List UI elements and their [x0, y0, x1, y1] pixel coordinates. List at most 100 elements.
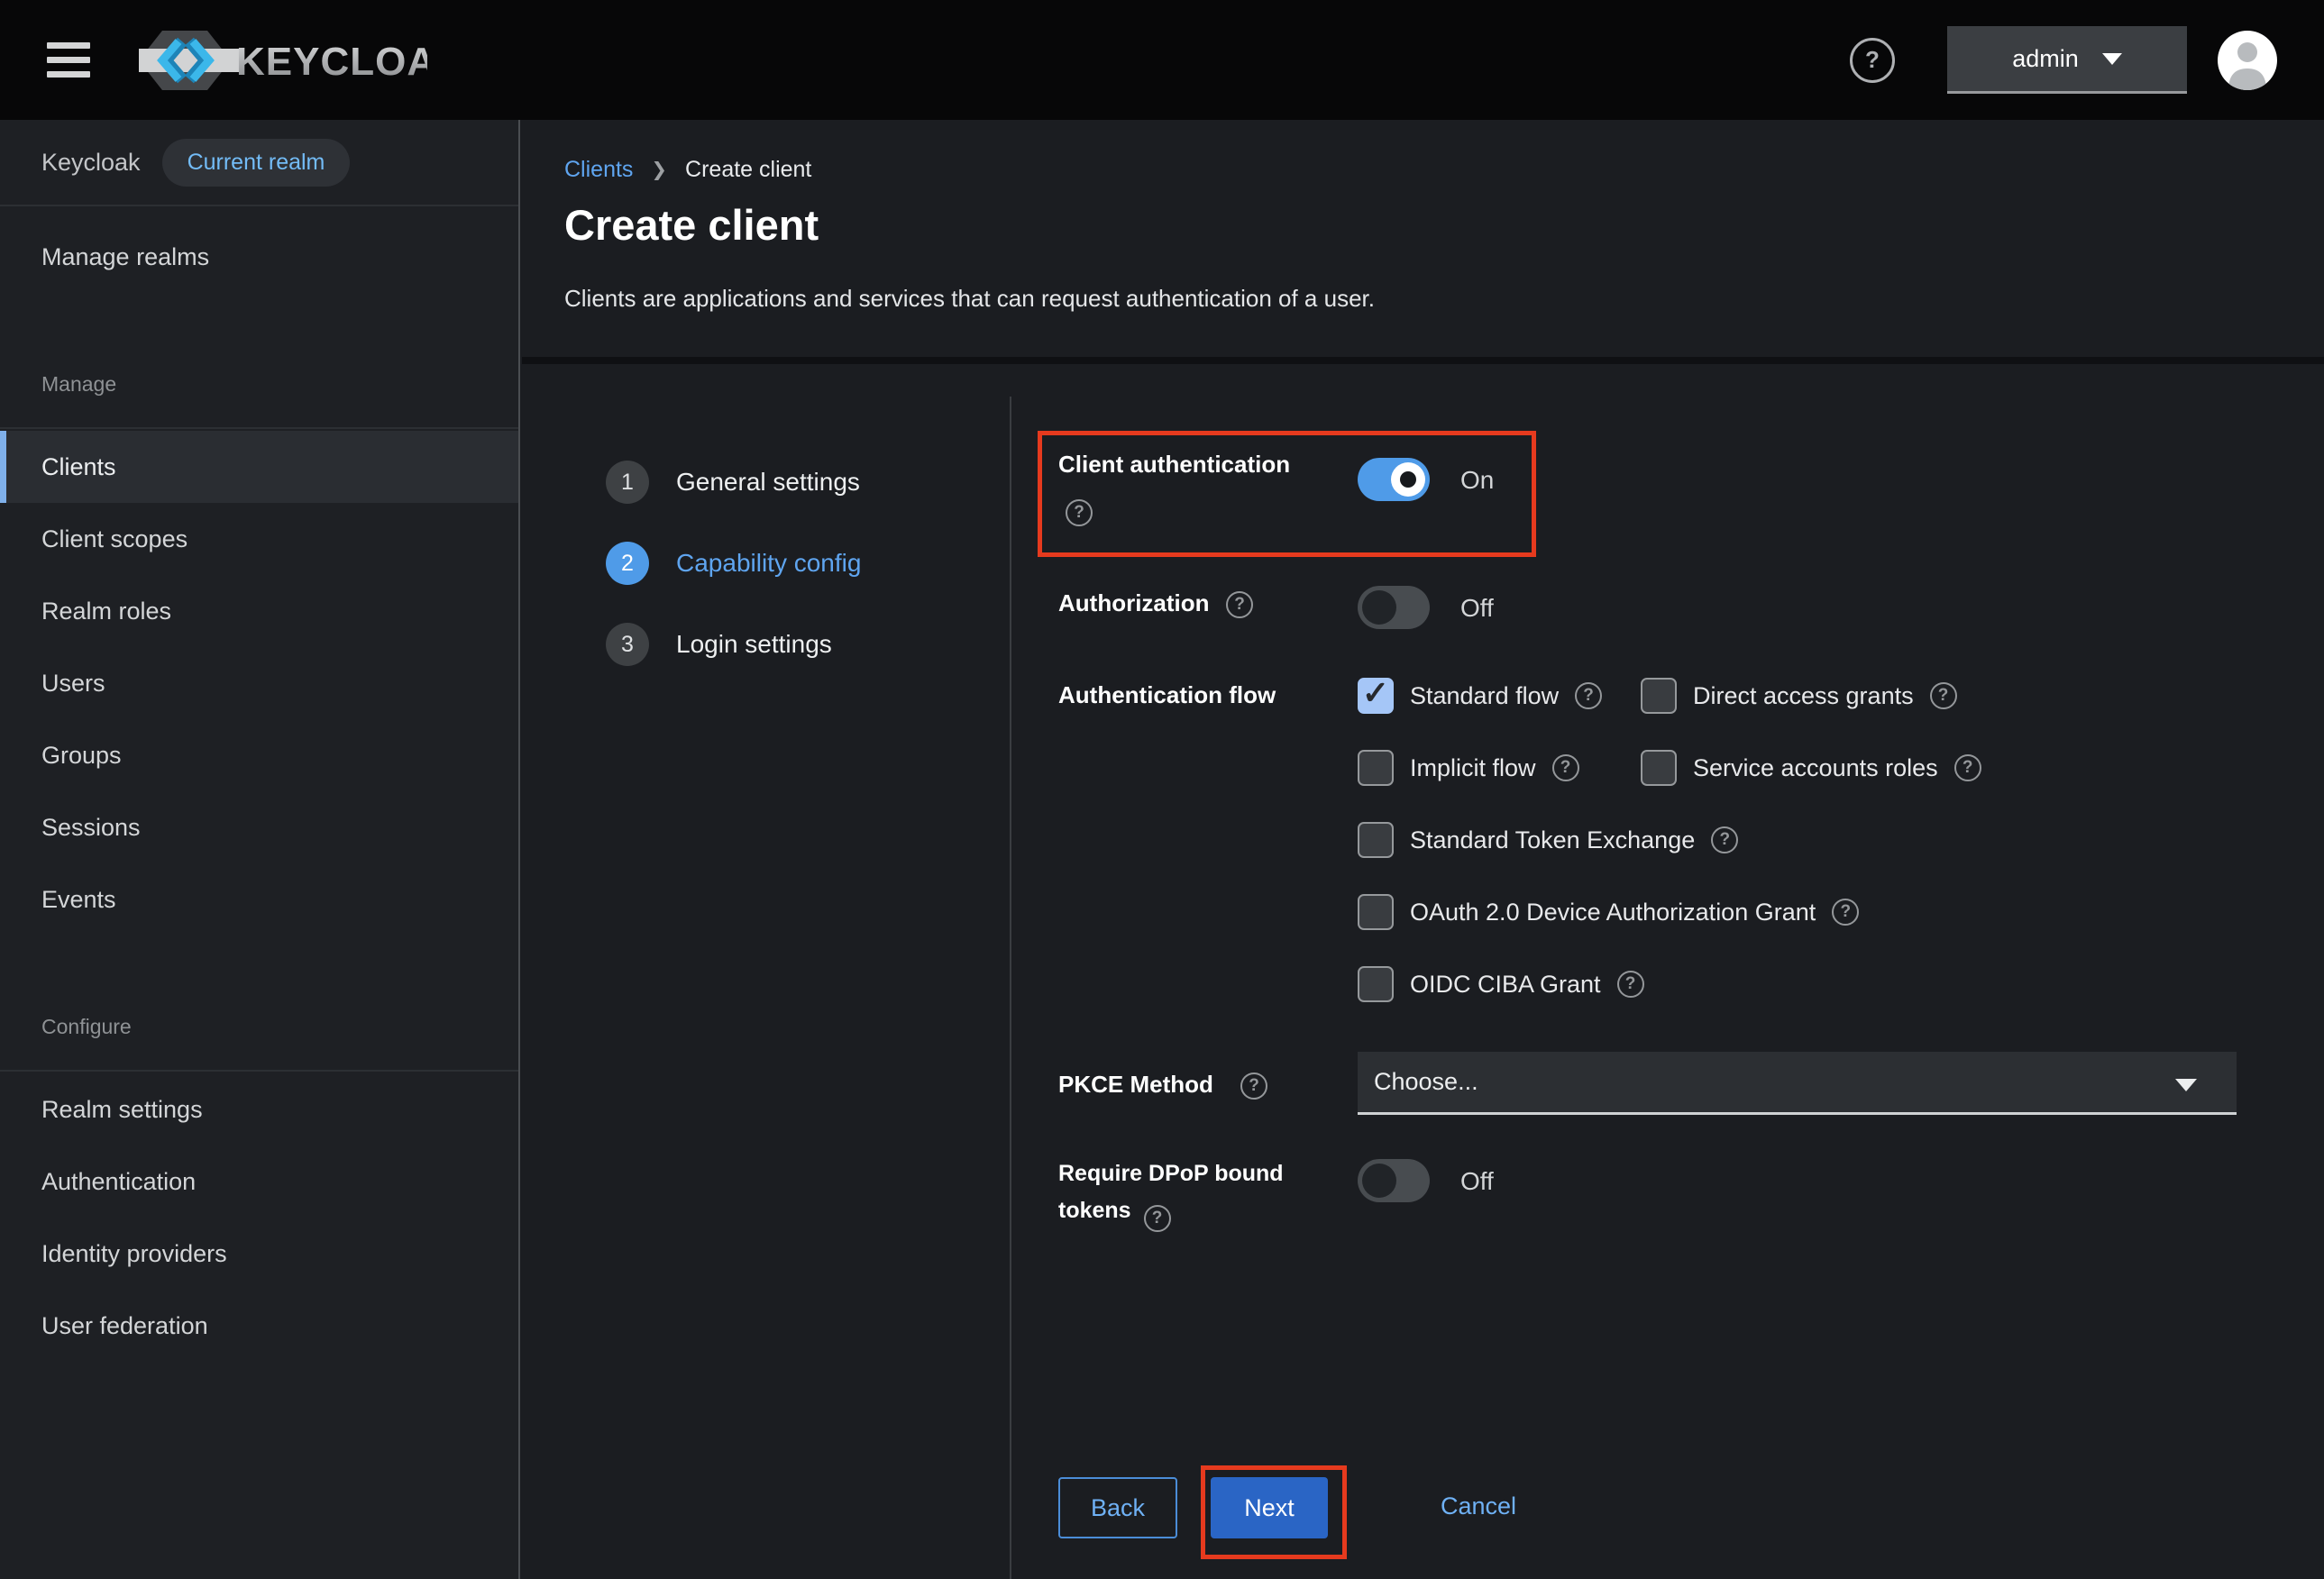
toggle-knob — [1362, 1164, 1396, 1198]
checkbox-label: OIDC CIBA Grant — [1410, 971, 1601, 999]
select-caret-icon — [2175, 1079, 2197, 1091]
sidebar-item-identity-providers[interactable]: Identity providers — [0, 1218, 518, 1290]
client-authentication-label: Client authentication — [1058, 451, 1290, 479]
pkce-method-label: PKCE Method — [1058, 1071, 1213, 1099]
standard-flow-help-icon[interactable] — [1575, 682, 1602, 709]
sidebar-item-realm-roles[interactable]: Realm roles — [0, 575, 518, 647]
breadcrumb: Clients ❯ Create client — [564, 157, 811, 183]
masthead: KEYCLOAK ? admin — [0, 0, 2324, 120]
breadcrumb-separator-icon: ❯ — [651, 159, 667, 181]
sidebar-item-events[interactable]: Events — [0, 863, 518, 936]
checkbox-oidc-ciba-grant[interactable] — [1358, 966, 1394, 1002]
page-subtitle: Clients are applications and services th… — [564, 285, 1375, 313]
breadcrumb-link-clients[interactable]: Clients — [564, 157, 633, 183]
checkbox-service-accounts-roles[interactable] — [1641, 750, 1677, 786]
auth-flow-option-service-accounts-roles: Service accounts roles — [1641, 750, 2313, 786]
checkbox-direct-access-grants[interactable] — [1641, 678, 1677, 714]
checkbox-standard-token-exchange[interactable] — [1358, 822, 1394, 858]
toggle-knob — [1362, 590, 1396, 625]
wizard-step-number: 3 — [606, 623, 649, 666]
svg-text:KEYCLOAK: KEYCLOAK — [236, 40, 427, 84]
client-authentication-help-icon[interactable] — [1066, 499, 1093, 526]
sidebar-item-client-scopes[interactable]: Client scopes — [0, 503, 518, 575]
auth-flow-option-standard-token-exchange: Standard Token Exchange — [1358, 822, 2313, 858]
checkbox-label: OAuth 2.0 Device Authorization Grant — [1410, 899, 1816, 926]
sidebar-item-authentication[interactable]: Authentication — [0, 1145, 518, 1218]
breadcrumb-current: Create client — [685, 157, 811, 183]
checkbox-oauth-2-0-device-authorization-grant[interactable] — [1358, 894, 1394, 930]
client-authentication-toggle[interactable] — [1358, 458, 1430, 501]
authorization-help-icon[interactable] — [1226, 591, 1253, 618]
keycloak-logo[interactable]: KEYCLOAK — [139, 29, 427, 92]
wizard-step-label: Login settings — [676, 630, 832, 659]
sidebar-item-clients[interactable]: Clients — [0, 431, 518, 503]
oidc-ciba-grant-help-icon[interactable] — [1617, 971, 1644, 998]
wizard-step-login-settings[interactable]: 3 Login settings — [606, 623, 832, 666]
sidebar-item-users[interactable]: Users — [0, 647, 518, 719]
checkbox-label: Direct access grants — [1693, 682, 1914, 710]
nav-group-label-configure: Configure — [0, 999, 518, 1054]
keycloak-admin-console: KEYCLOAK ? admin Keycloak Current realm … — [0, 0, 2324, 1579]
pkce-method-select[interactable]: Choose... — [1358, 1052, 2237, 1115]
realm-switcher[interactable]: Keycloak Current realm — [0, 120, 518, 206]
oauth-2-0-device-authorization-grant-help-icon[interactable] — [1832, 899, 1859, 926]
checkbox-label: Service accounts roles — [1693, 754, 1938, 782]
dpop-label-line2: tokens — [1058, 1198, 1131, 1223]
cancel-link[interactable]: Cancel — [1441, 1492, 1516, 1520]
service-accounts-roles-help-icon[interactable] — [1954, 754, 1981, 781]
wizard-step-label: Capability config — [676, 549, 861, 578]
sidebar-nav: Manage realmsManageClientsClient scopesR… — [0, 206, 518, 1362]
auth-flow-option-oauth-2-0-device-authorization-grant: OAuth 2.0 Device Authorization Grant — [1358, 894, 2313, 930]
chevron-down-icon — [2102, 53, 2122, 65]
wizard-step-capability-config[interactable]: 2 Capability config — [606, 542, 861, 585]
checkbox-label: Implicit flow — [1410, 754, 1536, 782]
auth-flow-option-implicit-flow: Implicit flow — [1358, 750, 1641, 786]
nav-group-label-manage: Manage — [0, 357, 518, 411]
implicit-flow-help-icon[interactable] — [1552, 754, 1579, 781]
back-button[interactable]: Back — [1058, 1477, 1177, 1538]
checkbox-label: Standard flow — [1410, 682, 1559, 710]
help-icon[interactable]: ? — [1850, 38, 1895, 83]
user-menu-label: admin — [2012, 45, 2079, 73]
authorization-label: Authorization — [1058, 589, 1210, 617]
sidebar-item-sessions[interactable]: Sessions — [0, 791, 518, 863]
auth-flow-option-direct-access-grants: Direct access grants — [1641, 678, 2313, 714]
checkbox-checked-standard-flow[interactable] — [1358, 678, 1394, 714]
nav-divider — [0, 427, 518, 429]
header-separator — [522, 357, 2324, 364]
dpop-toggle[interactable] — [1358, 1159, 1430, 1202]
checkbox-implicit-flow[interactable] — [1358, 750, 1394, 786]
sidebar-item-user-federation[interactable]: User federation — [0, 1290, 518, 1362]
wizard-step-general-settings[interactable]: 1 General settings — [606, 461, 860, 504]
dpop-label-line1: Require DPoP bound — [1058, 1161, 1284, 1186]
dpop-help-icon[interactable] — [1144, 1205, 1171, 1232]
authentication-flow-label: Authentication flow — [1058, 681, 1276, 709]
wizard-step-label: General settings — [676, 468, 860, 497]
sidebar-item-groups[interactable]: Groups — [0, 719, 518, 791]
next-button[interactable]: Next — [1211, 1477, 1328, 1538]
toggle-knob — [1391, 462, 1425, 497]
pkce-method-value: Choose... — [1374, 1068, 1478, 1096]
wizard-step-number: 1 — [606, 461, 649, 504]
wizard-step-number: 2 — [606, 542, 649, 585]
dpop-label: Require DPoP bound tokens — [1058, 1155, 1356, 1232]
auth-flow-option-oidc-ciba-grant: OIDC CIBA Grant — [1358, 966, 2313, 1002]
avatar[interactable] — [2218, 31, 2277, 90]
dpop-state: Off — [1460, 1167, 1494, 1196]
authentication-flow-options: Standard flow Direct access grants Implici… — [1358, 660, 2313, 1020]
authorization-state: Off — [1460, 594, 1494, 623]
direct-access-grants-help-icon[interactable] — [1930, 682, 1957, 709]
hamburger-menu-icon[interactable] — [47, 42, 90, 78]
nav-divider — [0, 1070, 518, 1072]
realm-switcher-app-label: Keycloak — [41, 149, 141, 177]
standard-token-exchange-help-icon[interactable] — [1711, 826, 1738, 853]
user-menu-button[interactable]: admin — [1947, 26, 2187, 94]
wizard-form-divider — [1010, 397, 1011, 1579]
sidebar-item-manage-realms[interactable]: Manage realms — [0, 221, 518, 293]
sidebar-item-realm-settings[interactable]: Realm settings — [0, 1073, 518, 1145]
pkce-method-help-icon[interactable] — [1240, 1072, 1267, 1100]
client-authentication-state: On — [1460, 466, 1494, 495]
current-realm-badge: Current realm — [162, 139, 351, 187]
authorization-toggle[interactable] — [1358, 586, 1430, 629]
page-title: Create client — [564, 200, 819, 250]
